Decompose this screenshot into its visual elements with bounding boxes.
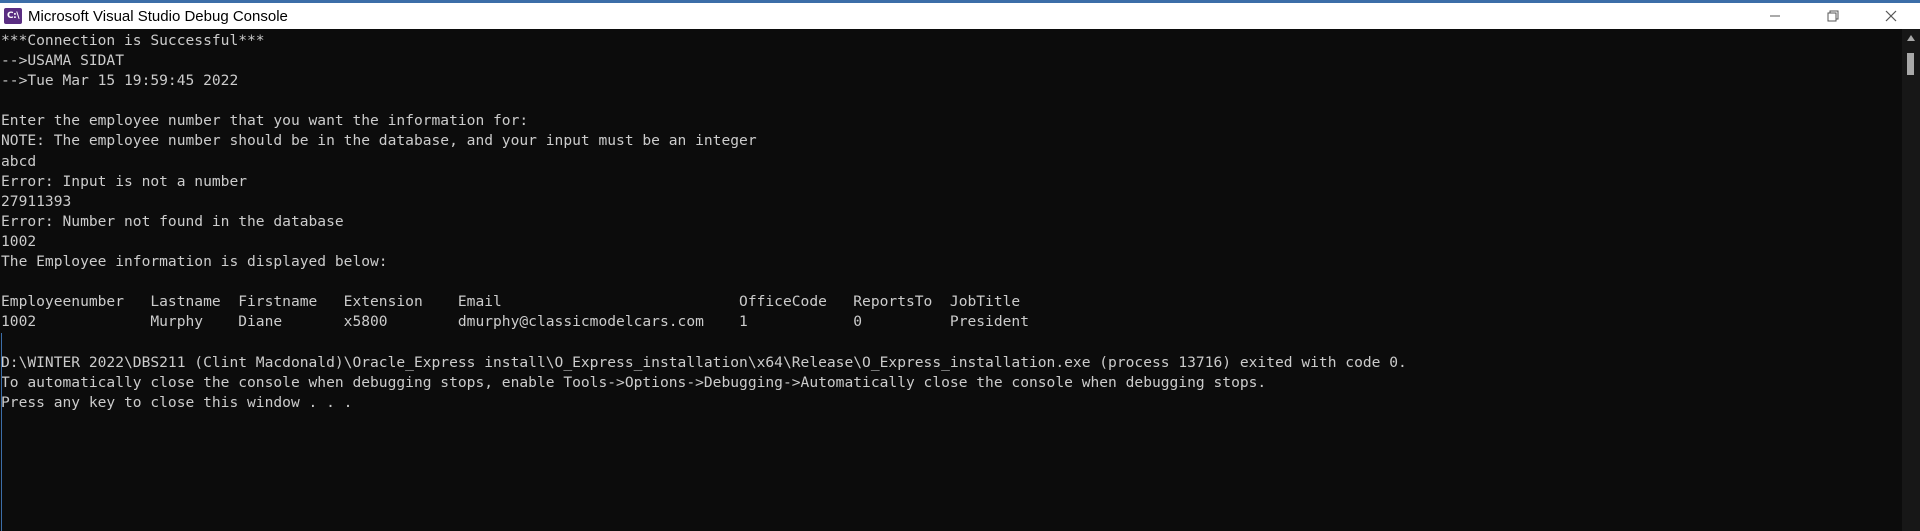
console-line: The Employee information is displayed be… [1,253,388,271]
window-title: Microsoft Visual Studio Debug Console [28,7,288,25]
scroll-up-icon [1907,35,1915,41]
console-line: 27911393 [1,192,72,210]
console-line: Enter the employee number that you want … [1,112,529,130]
minimize-button[interactable] [1746,3,1804,29]
left-edge-marker [1,333,2,531]
vertical-scrollbar[interactable] [1902,29,1920,531]
console-app-icon: C:\ [4,8,22,24]
console-window: C:\ Microsoft Visual Studio Debug Consol… [0,0,1920,531]
console-line: -->Tue Mar 15 19:59:45 2022 [1,72,239,90]
console-output[interactable]: ***Connection is Successful*** -->USAMA S… [0,31,1900,531]
close-button[interactable] [1862,3,1920,29]
scroll-thumb[interactable] [1907,53,1914,75]
console-line: Error: Number not found in the database [1,212,344,230]
console-line: To automatically close the console when … [1,373,1267,391]
console-line: Employeenumber Lastname Firstname Extens… [1,293,1021,311]
window-controls [1746,3,1920,29]
console-line: abcd [1,152,37,170]
console-line: 1002 Murphy Diane x5800 dmurphy@classicm… [1,313,1029,331]
console-line: ***Connection is Successful*** [1,32,265,49]
title-bar[interactable]: C:\ Microsoft Visual Studio Debug Consol… [0,3,1920,29]
scroll-up-button[interactable] [1902,29,1920,47]
console-line: Press any key to close this window . . . [1,393,353,411]
close-icon [1885,10,1897,22]
console-line: Error: Input is not a number [1,172,248,190]
console-line: 1002 [1,232,37,250]
restore-icon [1827,10,1839,22]
console-line: -->USAMA SIDAT [1,52,125,70]
minimize-icon [1770,15,1780,17]
restore-button[interactable] [1804,3,1862,29]
console-line: NOTE: The employee number should be in t… [1,132,757,150]
console-line: D:\WINTER 2022\DBS211 (Clint Macdonald)\… [1,353,1407,371]
